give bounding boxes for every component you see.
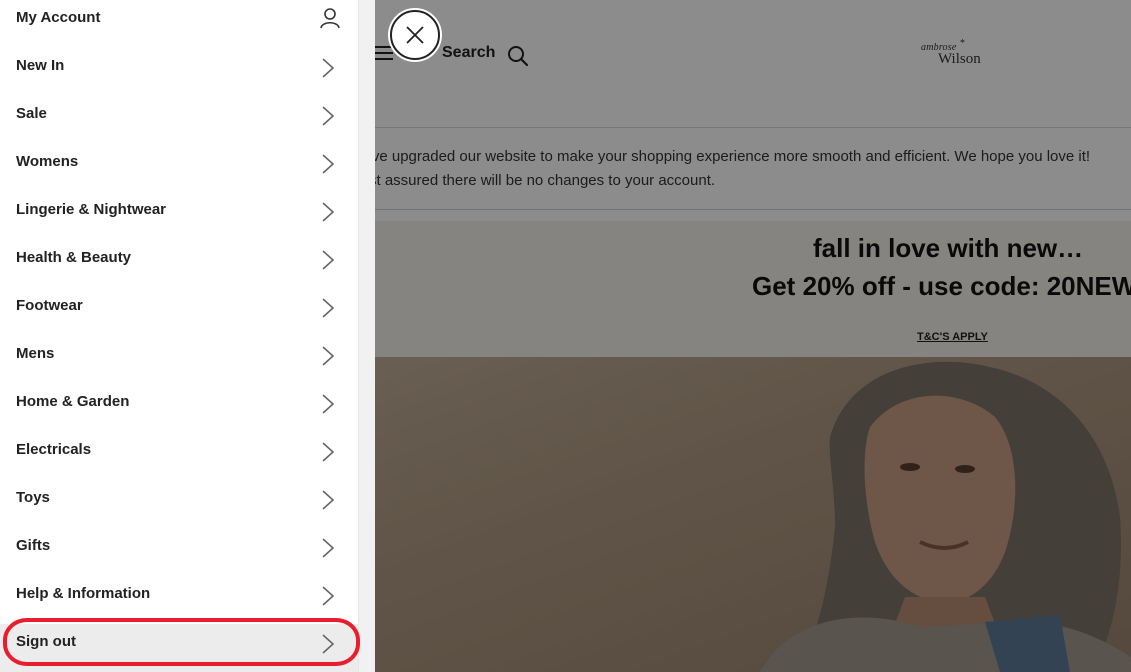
menu-item-label: Electricals — [16, 441, 92, 458]
menu-item-label: Womens — [16, 153, 79, 170]
menu-item-label: Toys — [16, 489, 50, 506]
menu-item-womens[interactable]: Womens — [0, 144, 358, 192]
menu-item-label: Help & Information — [16, 585, 151, 602]
menu-item-help-information[interactable]: Help & Information — [0, 576, 358, 624]
menu-item-label: Footwear — [16, 297, 83, 314]
menu-item-label: Health & Beauty — [16, 249, 132, 266]
chevron-right-icon — [322, 538, 335, 558]
side-navigation-menu: My Account New In Sale Womens Lingerie &… — [0, 0, 375, 672]
menu-item-label: My Account — [16, 9, 101, 26]
menu-item-label: Gifts — [16, 537, 51, 554]
chevron-right-icon — [322, 250, 335, 270]
chevron-right-icon — [322, 442, 335, 462]
menu-item-my-account[interactable]: My Account — [0, 0, 358, 48]
chevron-right-icon — [322, 58, 335, 78]
menu-item-label: New In — [16, 57, 65, 74]
chevron-right-icon — [322, 202, 335, 222]
chevron-right-icon — [322, 154, 335, 174]
menu-item-lingerie-nightwear[interactable]: Lingerie & Nightwear — [0, 192, 358, 240]
menu-item-label: Mens — [16, 345, 55, 362]
chevron-right-icon — [322, 346, 335, 366]
close-menu-button[interactable] — [390, 10, 440, 60]
user-icon — [320, 8, 340, 29]
menu-item-mens[interactable]: Mens — [0, 336, 358, 384]
chevron-right-icon — [322, 106, 335, 126]
menu-item-home-garden[interactable]: Home & Garden — [0, 384, 358, 432]
close-icon — [406, 26, 424, 44]
menu-item-footwear[interactable]: Footwear — [0, 288, 358, 336]
chevron-right-icon — [322, 490, 335, 510]
menu-item-gifts[interactable]: Gifts — [0, 528, 358, 576]
menu-item-label: Home & Garden — [16, 393, 130, 410]
menu-item-label: Lingerie & Nightwear — [16, 201, 167, 218]
menu-item-health-beauty[interactable]: Health & Beauty — [0, 240, 358, 288]
menu-item-electricals[interactable]: Electricals — [0, 432, 358, 480]
sign-out-highlight-annotation — [3, 618, 360, 666]
menu-item-sale[interactable]: Sale — [0, 96, 358, 144]
menu-item-new-in[interactable]: New In — [0, 48, 358, 96]
menu-scrollbar[interactable] — [358, 0, 375, 672]
chevron-right-icon — [322, 394, 335, 414]
chevron-right-icon — [322, 298, 335, 318]
menu-item-toys[interactable]: Toys — [0, 480, 358, 528]
menu-item-label: Sale — [16, 105, 47, 122]
chevron-right-icon — [322, 586, 335, 606]
